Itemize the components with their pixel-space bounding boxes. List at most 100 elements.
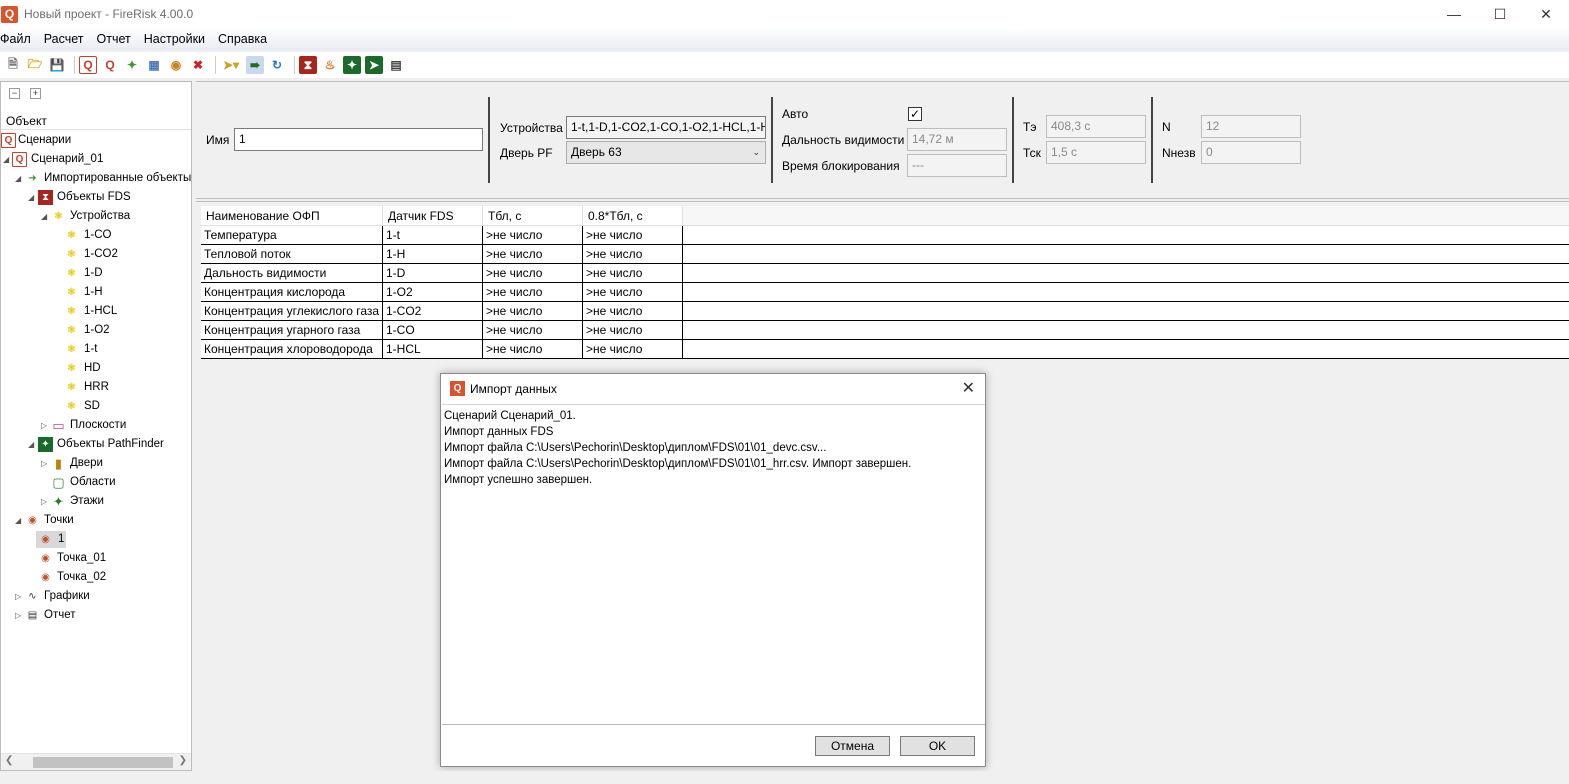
collapsed-arrow-icon[interactable]: ▷ (15, 587, 24, 606)
table-cell[interactable]: >не число (483, 321, 583, 339)
tree-node-device[interactable]: ❃ 1-H (1, 283, 191, 302)
column-header[interactable]: 0.8*Тбл, с (583, 206, 683, 225)
table-cell[interactable]: Концентрация угарного газа (201, 321, 383, 339)
menu-help[interactable]: Справка (218, 32, 274, 46)
open-folder-icon[interactable]: 🗁 (26, 56, 44, 74)
visibility-field[interactable]: 14,72 м (907, 128, 1007, 151)
tree-node-device[interactable]: ❃ 1-CO2 (1, 245, 191, 264)
menu-calc[interactable]: Расчет (44, 32, 91, 46)
ok-button[interactable]: OK (900, 736, 975, 756)
table-row[interactable]: Концентрация угарного газа 1-CO >не числ… (201, 321, 1569, 340)
tree-node-device[interactable]: ❃ 1-O2 (1, 321, 191, 340)
door-select[interactable]: Дверь 63 ⌄ (566, 141, 766, 164)
arrow-import-icon[interactable]: ➠ (246, 56, 264, 74)
table-cell[interactable]: 1-t (383, 226, 483, 244)
table-cell[interactable]: 1-CO (383, 321, 483, 339)
run-person-icon[interactable]: ✦ (123, 56, 141, 74)
menu-report[interactable]: Отчет (97, 32, 138, 46)
expand-all-icon[interactable]: + (30, 87, 41, 99)
column-header[interactable]: Тбл, с (483, 206, 583, 225)
fds-icon[interactable]: ⧗ (299, 56, 317, 74)
table-cell[interactable]: Концентрация хлороводорода (201, 340, 383, 358)
expanded-arrow-icon[interactable]: ◢ (28, 435, 37, 454)
expanded-arrow-icon[interactable]: ◢ (3, 150, 12, 169)
table-cell[interactable]: 1-H (383, 245, 483, 263)
table-cell[interactable]: Концентрация кислорода (201, 283, 383, 301)
grid-icon[interactable]: ▦ (145, 56, 163, 74)
table-cell[interactable]: >не число (583, 264, 683, 282)
evacuation-icon[interactable]: ➤ (365, 56, 383, 74)
devices-field[interactable]: 1-t,1-D,1-CO2,1-CO,1-O2,1-HCL,1-H (566, 116, 766, 139)
tree-node-device[interactable]: ❃ 1-CO (1, 226, 191, 245)
table-cell[interactable]: Тепловой поток (201, 245, 383, 263)
tree-node-device[interactable]: ❃ 1-HCL (1, 302, 191, 321)
column-header[interactable]: Наименование ОФП (201, 206, 383, 225)
tree-node-scenarios[interactable]: Q Сценарии (1, 131, 191, 150)
tree-node-fds-objects[interactable]: ◢ ⧗ Объекты FDS (1, 188, 191, 207)
pathfinder-icon[interactable]: ✦ (343, 56, 361, 74)
scroll-thumb[interactable] (33, 757, 173, 768)
collapsed-arrow-icon[interactable]: ▷ (15, 606, 24, 625)
table-cell[interactable]: >не число (583, 226, 683, 244)
import-icon[interactable]: ➤▾ (220, 56, 242, 74)
expanded-arrow-icon[interactable]: ◢ (41, 207, 50, 226)
tree-node-report[interactable]: ▷ ▤ Отчет (1, 606, 191, 625)
collapse-all-icon[interactable]: − (9, 87, 20, 99)
table-cell[interactable]: Концентрация углекислого газа (201, 302, 383, 320)
table-cell[interactable]: >не число (583, 245, 683, 263)
table-cell[interactable]: >не число (583, 321, 683, 339)
table-cell[interactable]: Температура (201, 226, 383, 244)
expanded-arrow-icon[interactable]: ◢ (15, 169, 24, 188)
maximize-button[interactable]: ☐ (1477, 0, 1523, 28)
table-row[interactable]: Концентрация углекислого газа 1-CO2 >не … (201, 302, 1569, 321)
table-cell[interactable]: >не число (583, 340, 683, 358)
scroll-left-icon[interactable]: ❮ (5, 755, 13, 766)
tree-node-areas[interactable]: ▢ Области (1, 473, 191, 492)
table-cell[interactable]: >не число (483, 283, 583, 301)
table-row[interactable]: Температура 1-t >не число >не число (201, 226, 1569, 245)
nevac-field[interactable]: 0 (1201, 141, 1301, 164)
table-cell[interactable]: 1-D (383, 264, 483, 282)
tree-node-planes[interactable]: ▷ ▭ Плоскости (1, 416, 191, 435)
close-icon[interactable]: ✕ (962, 378, 975, 398)
collapsed-arrow-icon[interactable]: ▷ (41, 416, 50, 435)
auto-checkbox[interactable]: ✓ (908, 107, 922, 121)
table-cell[interactable]: 1-CO2 (383, 302, 483, 320)
tree-node-doors[interactable]: ▷ ▮ Двери (1, 454, 191, 473)
n-field[interactable]: 12 (1201, 115, 1301, 138)
table-row[interactable]: Концентрация хлороводорода 1-HCL >не чис… (201, 340, 1569, 359)
table-cell[interactable]: 1-O2 (383, 283, 483, 301)
delete-icon[interactable]: ✖ (189, 56, 207, 74)
tree-node-devices[interactable]: ◢ ❃ Устройства (1, 207, 191, 226)
table-cell[interactable]: >не число (583, 302, 683, 320)
tree-node-device[interactable]: ❃ 1-t (1, 340, 191, 359)
refresh-icon[interactable]: ↻ (268, 56, 286, 74)
point-add-icon[interactable]: ◉ (167, 56, 185, 74)
menu-settings[interactable]: Настройки (144, 32, 212, 46)
menu-file[interactable]: Файл (0, 32, 38, 46)
tsk-field[interactable]: 1,5 с (1046, 141, 1146, 164)
minimize-button[interactable]: — (1431, 0, 1477, 28)
scroll-right-icon[interactable]: ❯ (179, 755, 187, 766)
table-row[interactable]: Концентрация кислорода 1-O2 >не число >н… (201, 283, 1569, 302)
table-row[interactable]: Дальность видимости 1-D >не число >не чи… (201, 264, 1569, 283)
tree-node-scenario-01[interactable]: ◢ Q Сценарий_01 (1, 150, 191, 169)
cancel-button[interactable]: Отмена (815, 736, 890, 756)
block-time-field[interactable]: --- (907, 154, 1007, 177)
report-icon[interactable]: ▤ (387, 56, 405, 74)
collapsed-arrow-icon[interactable]: ▷ (41, 492, 50, 511)
tree-node-device[interactable]: ❃ 1-D (1, 264, 191, 283)
tree-node-pathfinder[interactable]: ◢ ✦ Объекты PathFinder (1, 435, 191, 454)
table-cell[interactable]: >не число (483, 245, 583, 263)
new-project-icon[interactable]: 🗎 (4, 56, 22, 74)
table-cell[interactable]: >не число (583, 283, 683, 301)
name-field[interactable]: 1 (234, 128, 483, 151)
tree-node-imported[interactable]: ◢ ➜ Импортированные объекты (1, 169, 191, 188)
tree-node-point[interactable]: ◉ Точка_01 (1, 549, 191, 568)
tree-node-device[interactable]: ❃ HRR (1, 378, 191, 397)
expanded-arrow-icon[interactable]: ◢ (28, 188, 37, 207)
table-cell[interactable]: >не число (483, 264, 583, 282)
table-cell[interactable]: Дальность видимости (201, 264, 383, 282)
tree-horizontal-scrollbar[interactable]: ❮ ❯ (1, 753, 191, 770)
table-row[interactable]: Тепловой поток 1-H >не число >не число (201, 245, 1569, 264)
